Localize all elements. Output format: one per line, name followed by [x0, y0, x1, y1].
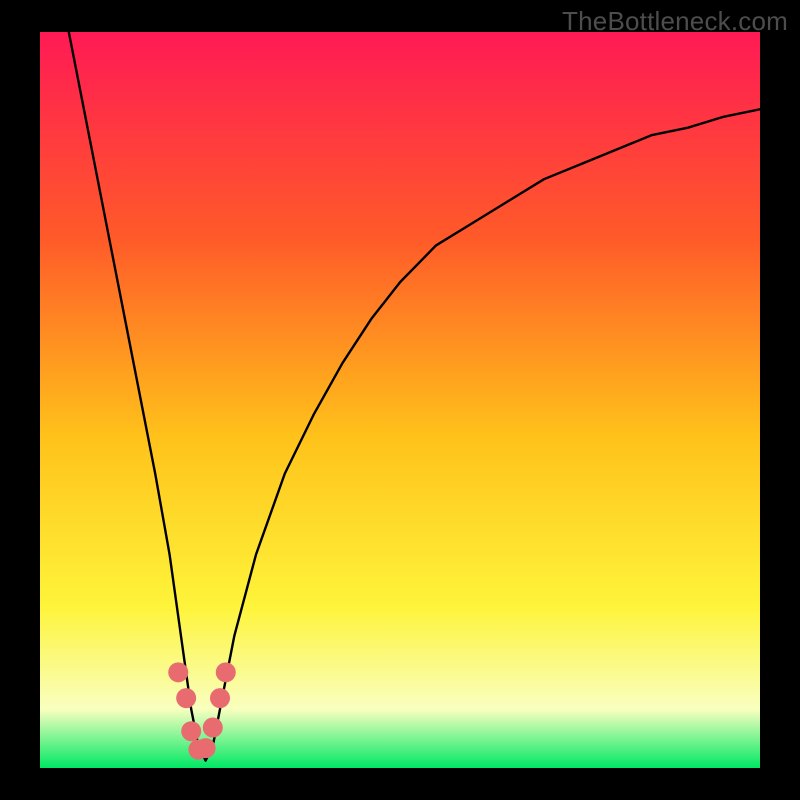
- gradient-background: [40, 32, 760, 768]
- highlight-point: [168, 662, 188, 682]
- watermark-text: TheBottleneck.com: [562, 6, 788, 37]
- highlight-point: [181, 721, 201, 741]
- highlight-point: [196, 738, 216, 758]
- bottleneck-chart: [40, 32, 760, 768]
- chart-frame: TheBottleneck.com: [0, 0, 800, 800]
- highlight-point: [203, 718, 223, 738]
- highlight-point: [210, 688, 230, 708]
- highlight-point: [216, 662, 236, 682]
- highlight-point: [176, 688, 196, 708]
